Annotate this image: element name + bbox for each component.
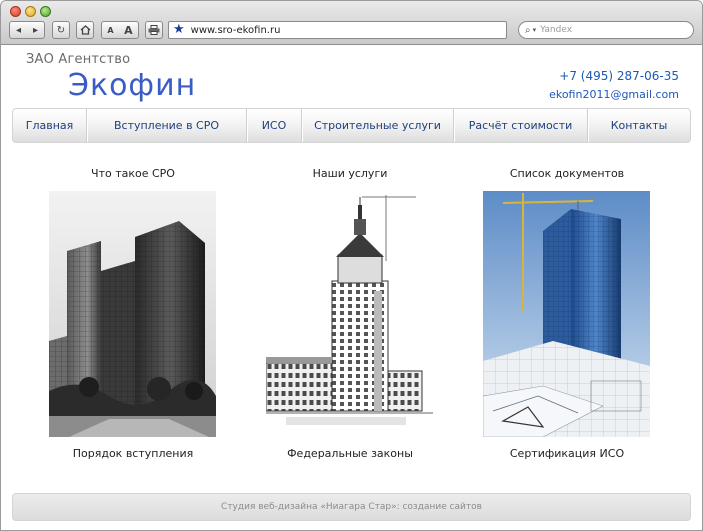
print-icon	[148, 25, 160, 35]
nav-item-sro-membership[interactable]: Вступление в СРО	[87, 109, 247, 142]
zoom-window-icon[interactable]	[40, 6, 51, 17]
link-what-is-sro[interactable]: Что такое СРО	[33, 167, 233, 180]
building-blueprint-illustration	[266, 191, 433, 437]
reload-icon: ↻	[56, 24, 66, 36]
nav-item-home[interactable]: Главная	[13, 109, 87, 142]
text-size-button[interactable]: A A	[101, 21, 139, 39]
page-content: ЗАО Агентство Экофин +7 (495) 287-06-35 …	[1, 46, 702, 530]
link-document-list[interactable]: Список документов	[467, 167, 667, 180]
search-placeholder[interactable]: Yandex	[540, 25, 572, 35]
close-window-icon[interactable]	[10, 6, 21, 17]
home-icon	[80, 25, 90, 35]
main-navigation: Главная Вступление в СРО ИСО Строительны…	[12, 108, 691, 143]
address-text[interactable]: www.sro-ekofin.ru	[191, 25, 281, 36]
home-button[interactable]	[76, 21, 94, 39]
skyscrapers-illustration	[49, 191, 216, 437]
text-smaller-icon[interactable]: A	[107, 26, 113, 35]
link-federal-laws[interactable]: Федеральные законы	[250, 447, 450, 460]
nav-item-iso[interactable]: ИСО	[247, 109, 302, 142]
search-engine-dropdown-icon[interactable]: ▾	[533, 26, 537, 34]
footer-credit-link[interactable]: Студия веб-дизайна «Ниагара Стар»: созда…	[221, 502, 482, 512]
link-joining-procedure[interactable]: Порядок вступления	[33, 447, 233, 460]
print-button[interactable]	[145, 21, 163, 39]
bookmark-star-icon[interactable]: ★	[173, 23, 185, 37]
nav-item-construction-services[interactable]: Строительные услуги	[302, 109, 454, 142]
search-field[interactable]: ⌕ ▾ Yandex	[518, 21, 694, 39]
contact-phone: +7 (495) 287-06-35	[559, 69, 679, 83]
minimize-window-icon[interactable]	[25, 6, 36, 17]
browser-window: ◂ ▸ ↻ A A ★ www.sro-ekofin.ru ⌕ ▾ Yandex…	[0, 0, 703, 531]
reload-button[interactable]: ↻	[52, 21, 70, 39]
forward-arrow-icon[interactable]: ▸	[33, 25, 38, 36]
building-blueprint-image[interactable]	[266, 191, 433, 437]
glass-tower-illustration	[483, 191, 650, 437]
text-larger-icon[interactable]: A	[124, 24, 133, 37]
address-bar[interactable]: ★ www.sro-ekofin.ru	[168, 21, 507, 39]
skyscrapers-image[interactable]	[49, 191, 216, 437]
back-forward-button[interactable]: ◂ ▸	[9, 21, 45, 39]
nav-item-cost-calculation[interactable]: Расчёт стоимости	[454, 109, 588, 142]
link-iso-certification[interactable]: Сертификация ИСО	[467, 447, 667, 460]
link-our-services[interactable]: Наши услуги	[250, 167, 450, 180]
search-icon: ⌕	[525, 24, 531, 36]
services-grid: Что такое СРО Порядок вступления Наши ус…	[1, 157, 702, 467]
contact-email-link[interactable]: ekofin2011@gmail.com	[549, 88, 679, 101]
nav-item-contacts[interactable]: Контакты	[588, 109, 690, 142]
back-arrow-icon[interactable]: ◂	[16, 25, 21, 36]
page-footer: Студия веб-дизайна «Ниагара Стар»: созда…	[12, 493, 691, 521]
browser-toolbar: ◂ ▸ ↻ A A ★ www.sro-ekofin.ru ⌕ ▾ Yandex	[1, 1, 702, 45]
glass-tower-image[interactable]	[483, 191, 650, 437]
logo-title[interactable]: Экофин	[68, 68, 196, 103]
logo-subtitle[interactable]: ЗАО Агентство	[26, 52, 130, 67]
